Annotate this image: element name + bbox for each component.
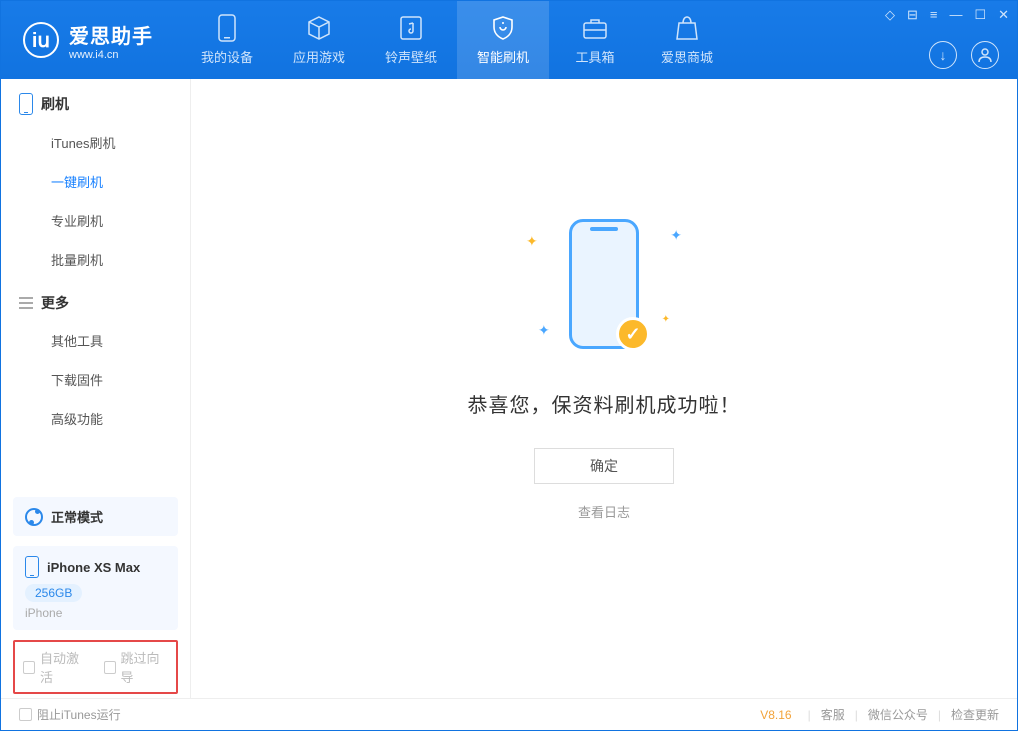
device-icon (214, 15, 240, 41)
version-label: V8.16 (760, 708, 791, 722)
mode-card[interactable]: 正常模式 (13, 497, 178, 536)
minimize-button[interactable]: — (949, 7, 962, 23)
titlebar-feedback-icon[interactable]: ◇ (885, 7, 895, 23)
success-illustration: ✦ ✦ ✦ ✦ ✓ (504, 199, 704, 369)
sidebar-bottom: 正常模式 iPhone XS Max 256GB iPhone 自动激活 (1, 497, 190, 698)
cube-icon (306, 15, 332, 41)
tab-store[interactable]: 爱思商城 (641, 1, 733, 79)
header-right-icons: ↓ (929, 41, 999, 69)
app-subtitle: www.i4.cn (69, 49, 153, 61)
download-icon[interactable]: ↓ (929, 41, 957, 69)
app-title: 爱思助手 (69, 20, 153, 49)
mode-icon (25, 508, 43, 526)
view-log-link[interactable]: 查看日志 (578, 502, 630, 521)
success-message: 恭喜您，保资料刷机成功啦！ (468, 389, 741, 418)
checkbox-label: 跳过向导 (121, 648, 168, 686)
tab-label: 工具箱 (575, 47, 614, 66)
checkbox-icon (104, 661, 116, 674)
highlighted-checkbox-row: 自动激活 跳过向导 (13, 640, 178, 694)
tab-ringtone-wallpaper[interactable]: 铃声壁纸 (365, 1, 457, 79)
footer-link-support[interactable]: 客服 (821, 706, 845, 723)
sidebar-item-advanced[interactable]: 高级功能 (1, 399, 190, 438)
bag-icon (674, 15, 700, 41)
user-icon[interactable] (971, 41, 999, 69)
music-icon (398, 15, 424, 41)
sidebar-item-oneclick-flash[interactable]: 一键刷机 (1, 162, 190, 201)
header: iս 爱思助手 www.i4.cn 我的设备 应用游戏 铃声壁纸 智能刷机 (1, 1, 1017, 79)
sidebar-item-itunes-flash[interactable]: iTunes刷机 (1, 123, 190, 162)
titlebar-skin-icon[interactable]: ⊟ (907, 7, 918, 23)
tab-label: 爱思商城 (661, 47, 713, 66)
device-storage: 256GB (25, 584, 82, 602)
sidebar-item-batch-flash[interactable]: 批量刷机 (1, 240, 190, 279)
sidebar: 刷机 iTunes刷机 一键刷机 专业刷机 批量刷机 更多 其他工具 下载固件 … (1, 79, 191, 698)
tab-label: 铃声壁纸 (385, 47, 437, 66)
close-button[interactable]: ✕ (998, 7, 1009, 23)
main-tabs: 我的设备 应用游戏 铃声壁纸 智能刷机 工具箱 爱思商城 (181, 1, 733, 79)
sparkle-icon: ✦ (538, 322, 550, 339)
device-name: iPhone XS Max (47, 560, 140, 575)
footer-link-update[interactable]: 检查更新 (951, 706, 999, 723)
sidebar-section-flash: 刷机 (1, 79, 190, 123)
footer-link-wechat[interactable]: 微信公众号 (868, 706, 928, 723)
main-content: ✦ ✦ ✦ ✦ ✓ 恭喜您，保资料刷机成功啦！ 确定 查看日志 (191, 79, 1017, 698)
tab-apps-games[interactable]: 应用游戏 (273, 1, 365, 79)
tab-label: 我的设备 (201, 47, 253, 66)
tab-smart-flash[interactable]: 智能刷机 (457, 1, 549, 79)
checkbox-icon (19, 708, 32, 721)
body: 刷机 iTunes刷机 一键刷机 专业刷机 批量刷机 更多 其他工具 下载固件 … (1, 79, 1017, 698)
sparkle-icon: ✦ (670, 227, 682, 244)
ok-button[interactable]: 确定 (534, 448, 674, 484)
logo-text: 爱思助手 www.i4.cn (69, 20, 153, 61)
tab-my-device[interactable]: 我的设备 (181, 1, 273, 79)
checkbox-auto-activate[interactable]: 自动激活 (23, 648, 88, 686)
phone-small-icon (25, 556, 39, 578)
sparkle-icon: ✦ (526, 233, 538, 250)
tab-toolbox[interactable]: 工具箱 (549, 1, 641, 79)
phone-small-icon (19, 93, 33, 115)
checkbox-label: 阻止iTunes运行 (37, 706, 121, 723)
shield-icon (490, 15, 516, 41)
tab-label: 智能刷机 (477, 47, 529, 66)
device-card[interactable]: iPhone XS Max 256GB iPhone (13, 546, 178, 630)
success-check-icon: ✓ (616, 317, 650, 351)
sidebar-item-pro-flash[interactable]: 专业刷机 (1, 201, 190, 240)
sidebar-item-other-tools[interactable]: 其他工具 (1, 321, 190, 360)
checkbox-skip-guide[interactable]: 跳过向导 (104, 648, 169, 686)
logo-area: iս 爱思助手 www.i4.cn (1, 20, 171, 61)
app-window: iս 爱思助手 www.i4.cn 我的设备 应用游戏 铃声壁纸 智能刷机 (0, 0, 1018, 731)
footer: 阻止iTunes运行 V8.16 | 客服 | 微信公众号 | 检查更新 (1, 698, 1017, 730)
mode-label: 正常模式 (51, 507, 103, 526)
section-title: 更多 (41, 293, 69, 313)
section-title: 刷机 (41, 94, 69, 114)
briefcase-icon (582, 15, 608, 41)
maximize-button[interactable]: ☐ (974, 7, 986, 23)
checkbox-icon (23, 661, 35, 674)
sidebar-item-download-firmware[interactable]: 下载固件 (1, 360, 190, 399)
checkbox-label: 自动激活 (40, 648, 87, 686)
list-icon (19, 297, 33, 309)
sidebar-section-more: 更多 (1, 279, 190, 321)
sparkle-icon: ✦ (662, 314, 670, 325)
titlebar-controls: ◇ ⊟ ≡ — ☐ ✕ (885, 7, 1009, 23)
titlebar-menu-icon[interactable]: ≡ (930, 7, 938, 23)
tab-label: 应用游戏 (293, 47, 345, 66)
device-type: iPhone (25, 606, 166, 620)
footer-right: V8.16 | 客服 | 微信公众号 | 检查更新 (760, 706, 999, 723)
app-logo-icon: iս (23, 22, 59, 58)
checkbox-block-itunes[interactable]: 阻止iTunes运行 (19, 706, 121, 723)
